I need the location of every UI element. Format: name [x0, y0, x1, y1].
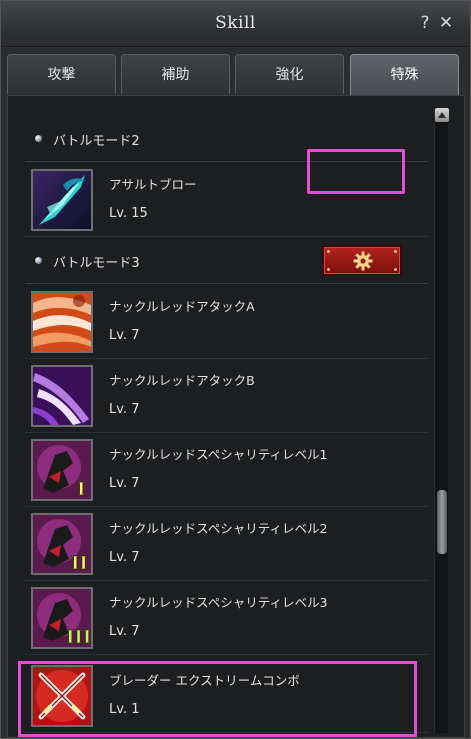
skill-name: ナックルレッドアタックB	[109, 373, 255, 388]
scroll-up-button[interactable]	[435, 108, 449, 122]
section-title: バトルモード2	[53, 134, 140, 149]
scroll-thumb[interactable]	[437, 490, 447, 554]
skill-name: ナックルレッドスペシャリティレベル1	[109, 447, 328, 462]
skill-row[interactable]: ナックルレッドアタックB Lv. 7	[25, 359, 428, 433]
tab-special[interactable]: 特殊	[350, 54, 459, 96]
svg-text:III: III	[66, 627, 91, 647]
bullet-icon	[35, 135, 42, 142]
svg-text:I: I	[77, 479, 85, 499]
assault-blow-icon[interactable]	[31, 169, 93, 231]
battle-mode-settings-button[interactable]	[322, 245, 402, 276]
skill-level: Lv. 7	[109, 402, 140, 417]
title-bar[interactable]: Skill ? ✕	[1, 1, 470, 47]
window-title: Skill	[215, 13, 256, 33]
skill-level: Lv. 7	[109, 328, 140, 343]
help-button[interactable]: ?	[416, 13, 434, 33]
section-header-battle-mode-3: バトルモード3	[25, 238, 428, 284]
knuckle-red-speciality-3-icon[interactable]: III	[31, 587, 93, 649]
tab-bar: 攻撃 補助 強化 特殊	[7, 54, 464, 96]
knuckle-red-speciality-2-icon[interactable]: II	[31, 513, 93, 575]
skill-name: ナックルレッドアタックA	[109, 299, 255, 314]
bullet-icon	[35, 257, 42, 264]
skill-row[interactable]: ナックルレッドアタックA Lv. 7	[25, 285, 428, 359]
skill-window: Skill ? ✕ 攻撃 補助 強化 特殊 バトルモード2 アサルトブロー Lv…	[0, 0, 471, 739]
knuckle-red-speciality-1-icon[interactable]: I	[31, 439, 93, 501]
skill-name: ナックルレッドスペシャリティレベル2	[109, 521, 328, 536]
tab-attack[interactable]: 攻撃	[7, 54, 116, 94]
knuckle-red-attack-b-icon[interactable]	[31, 365, 93, 427]
scrollbar[interactable]	[434, 108, 449, 733]
skill-name: アサルトブロー	[109, 177, 197, 192]
skill-row[interactable]: I ナックルレッドスペシャリティレベル1 Lv. 7	[25, 433, 428, 507]
skill-level: Lv. 7	[109, 550, 140, 565]
svg-text:II: II	[71, 553, 88, 573]
skill-highlight-box	[18, 661, 417, 737]
tab-support[interactable]: 補助	[121, 54, 230, 94]
gear-icon	[353, 251, 373, 271]
skill-level: Lv. 7	[109, 476, 140, 491]
skill-level: Lv. 15	[109, 206, 148, 221]
skill-row[interactable]: II ナックルレッドスペシャリティレベル2 Lv. 7	[25, 507, 428, 581]
skill-name: ナックルレッドスペシャリティレベル3	[109, 595, 328, 610]
section-title: バトルモード3	[53, 256, 140, 271]
skill-level: Lv. 7	[109, 624, 140, 639]
close-button[interactable]: ✕	[437, 13, 455, 33]
settings-highlight-box	[307, 149, 405, 194]
skill-row[interactable]: III ナックルレッドスペシャリティレベル3 Lv. 7	[25, 581, 428, 655]
tab-enhance[interactable]: 強化	[235, 54, 344, 94]
knuckle-red-attack-a-icon[interactable]	[31, 291, 93, 353]
